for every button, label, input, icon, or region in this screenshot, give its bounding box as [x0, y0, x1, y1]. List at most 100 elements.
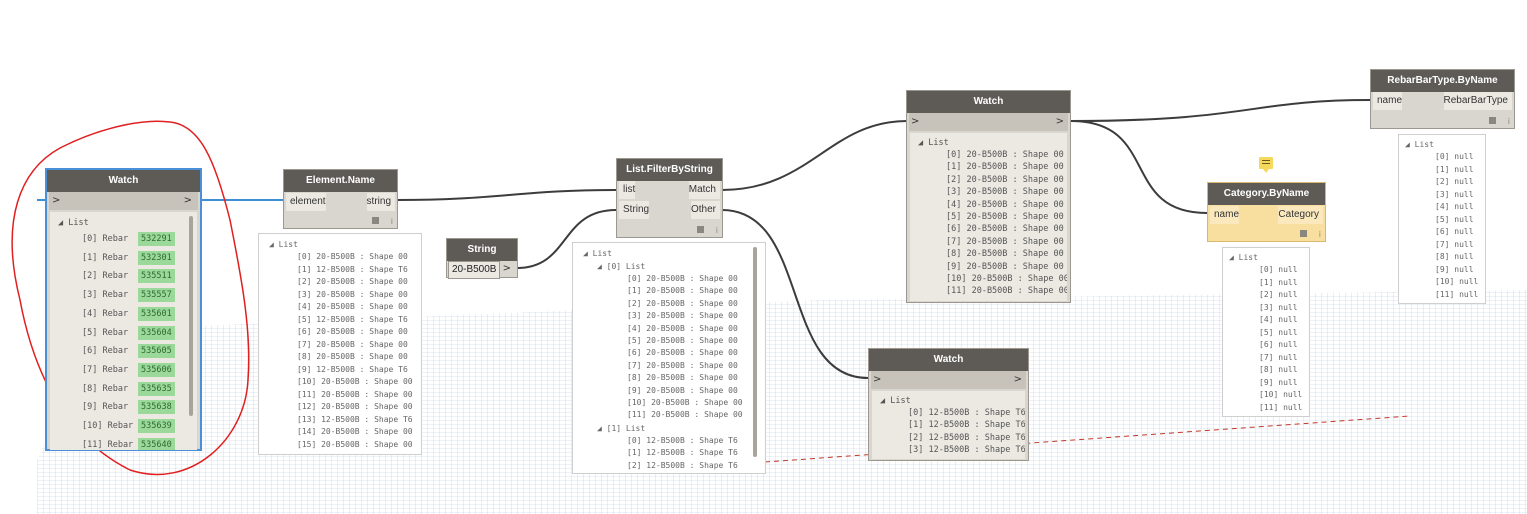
- list-item: [0] 20-B500B : Shape 00: [946, 150, 1064, 160]
- category-by-name-node[interactable]: Category.ByName name Category i: [1207, 182, 1326, 242]
- output-port-rebar-bar-type[interactable]: RebarBarType: [1443, 92, 1512, 110]
- list-item: [1] 12-B500B : Shape T6: [297, 264, 408, 274]
- output-port[interactable]: >: [184, 195, 192, 206]
- preview-toggle-icon[interactable]: [1300, 230, 1307, 237]
- scrollbar[interactable]: [753, 247, 757, 457]
- list-item: [10] null: [1435, 277, 1479, 286]
- element-id-badge[interactable]: 535606: [138, 362, 175, 377]
- input-port[interactable]: >: [911, 116, 919, 127]
- list-item: [11] 20-B500B : Shape 00: [297, 389, 413, 399]
- category-preview: ◢ List [0] null [1] null [2] null [3] null[…: [1222, 247, 1310, 417]
- list-item: [2] 20-B500B : Shape 00: [627, 298, 738, 308]
- list-item: [10] null: [1259, 390, 1303, 399]
- list-header: ◢ List: [58, 218, 89, 228]
- input-port-string[interactable]: String: [619, 201, 650, 219]
- node-title: Watch: [47, 170, 200, 192]
- list-item: [1] 20-B500B : Shape 00: [627, 286, 738, 296]
- list-item: [8] null: [1259, 365, 1298, 374]
- output-port[interactable]: >: [503, 263, 511, 274]
- wire-element-name-to-filter: [396, 189, 617, 201]
- list-item: [0] null: [1259, 265, 1298, 274]
- watch-node-bottom[interactable]: Watch > > ◢ List [0] 12-B500B : Shape T6…: [868, 348, 1029, 461]
- list-item: [3] 20-B500B : Shape 00: [946, 187, 1064, 198]
- list-item: [1] 20-B500B : Shape 00: [946, 162, 1064, 173]
- list-label: List: [1238, 253, 1258, 262]
- element-id-badge[interactable]: 535635: [138, 381, 175, 396]
- element-id-badge[interactable]: 535640: [138, 437, 175, 450]
- list-item: [2] null: [1259, 290, 1298, 299]
- node-title: RebarBarType.ByName: [1371, 70, 1514, 92]
- list-item: [9] null: [1435, 264, 1474, 274]
- list-item: [3] null: [1435, 189, 1474, 199]
- scrollbar[interactable]: [189, 216, 193, 416]
- element-id-badge[interactable]: 535511: [138, 269, 175, 284]
- element-name-node[interactable]: Element.Name element string i: [283, 169, 398, 229]
- sublist-0-label: [0] List: [606, 262, 646, 271]
- list-item-index: [7] Rebar: [82, 364, 129, 375]
- dashed-line: [764, 415, 1411, 463]
- list-item: [11] null: [1259, 402, 1303, 412]
- output-port-string[interactable]: string: [366, 193, 395, 211]
- list-item-index: [9] Rebar: [82, 402, 129, 413]
- output-port-other[interactable]: Other: [690, 201, 720, 219]
- input-port[interactable]: >: [873, 374, 881, 385]
- list-item: [5] 12-B500B : Shape T6: [297, 314, 408, 324]
- list-item-index: [8] Rebar: [82, 383, 129, 394]
- preview-toggle-icon[interactable]: [697, 226, 704, 233]
- output-port[interactable]: >: [1014, 374, 1022, 385]
- list-item: [11] null: [1435, 289, 1479, 299]
- output-port[interactable]: >: [1056, 116, 1064, 127]
- list-item: [6] 20-B500B : Shape 00: [627, 348, 738, 358]
- rebar-bar-type-node[interactable]: RebarBarType.ByName name RebarBarType i: [1370, 69, 1515, 129]
- list-item: [1] null: [1435, 164, 1474, 174]
- list-item: [11] 20-B500B : Shape 00: [946, 286, 1067, 297]
- list-item: [13] 12-B500B : Shape T6: [297, 414, 413, 424]
- list-item-index: [10] Rebar: [82, 421, 134, 431]
- list-item-index: [2] Rebar: [82, 271, 129, 282]
- info-icon: i: [1507, 117, 1510, 126]
- output-port-match[interactable]: Match: [688, 181, 720, 199]
- input-port[interactable]: >: [52, 195, 60, 206]
- preview-toggle-icon[interactable]: [1489, 117, 1496, 124]
- warning-tooltip-icon[interactable]: [1259, 157, 1273, 173]
- input-port-name[interactable]: name: [1373, 92, 1403, 110]
- list-item: [8] 20-B500B : Shape 00: [946, 249, 1064, 260]
- list-item: [1] null: [1259, 277, 1298, 287]
- input-port-element[interactable]: element: [286, 193, 326, 211]
- list-item: [8] 20-B500B : Shape 00: [627, 373, 738, 383]
- info-icon: i: [390, 217, 393, 226]
- list-item: [4] 20-B500B : Shape 00: [627, 323, 738, 333]
- filter-by-string-node[interactable]: List.FilterByString list String Match Ot…: [616, 158, 723, 238]
- list-item: [2] 12-B500B : Shape T6: [627, 460, 738, 470]
- input-port-list[interactable]: list: [619, 181, 636, 199]
- string-value-input[interactable]: 20-B500B: [448, 261, 501, 279]
- element-name-preview: ◢ List [0] 20-B500B : Shape 00 [1] 12-B50…: [258, 233, 422, 455]
- element-id-badge[interactable]: 535605: [138, 344, 175, 359]
- wire-watch-top-to-rebar-type: [1070, 99, 1371, 122]
- element-id-badge[interactable]: 535604: [138, 325, 175, 340]
- list-item: [9] 20-B500B : Shape 00: [946, 261, 1064, 272]
- watch-node-left[interactable]: Watch > > ◢ List [0] Rebar 532291 [1] Reba…: [45, 168, 202, 451]
- element-id-badge[interactable]: 535601: [138, 306, 175, 321]
- list-item: [9] null: [1259, 377, 1298, 387]
- input-port-name[interactable]: name: [1210, 206, 1240, 224]
- list-item: [0] 20-B500B : Shape 00: [627, 274, 738, 283]
- list-item: [6] 20-B500B : Shape 00: [297, 327, 408, 336]
- element-id-badge[interactable]: 532301: [138, 250, 175, 265]
- list-item: [10] 20-B500B : Shape 00: [627, 398, 743, 407]
- list-item: [8] null: [1435, 252, 1474, 261]
- list-item-index: [11] Rebar: [82, 439, 134, 450]
- filter-preview: ◢ List ◢ [0] List [0] 20-B500B : Shape 0…: [572, 242, 766, 474]
- watch-node-top[interactable]: Watch > > ◢ List [0] 20-B500B : Shape 00…: [906, 90, 1071, 303]
- element-id-badge[interactable]: 535638: [138, 400, 175, 415]
- element-id-badge[interactable]: 535639: [138, 419, 175, 433]
- list-item: [2] 20-B500B : Shape 00: [297, 277, 408, 286]
- element-id-badge[interactable]: 535557: [138, 288, 175, 303]
- output-port-category[interactable]: Category: [1278, 206, 1323, 224]
- list-item-index: [1] Rebar: [82, 252, 129, 263]
- list-item: [10] 20-B500B : Shape 00: [946, 274, 1067, 284]
- element-id-badge[interactable]: 532291: [138, 232, 175, 246]
- list-item-index: [3] Rebar: [82, 290, 129, 301]
- string-node[interactable]: String 20-B500B >: [446, 238, 518, 279]
- preview-toggle-icon[interactable]: [372, 217, 379, 224]
